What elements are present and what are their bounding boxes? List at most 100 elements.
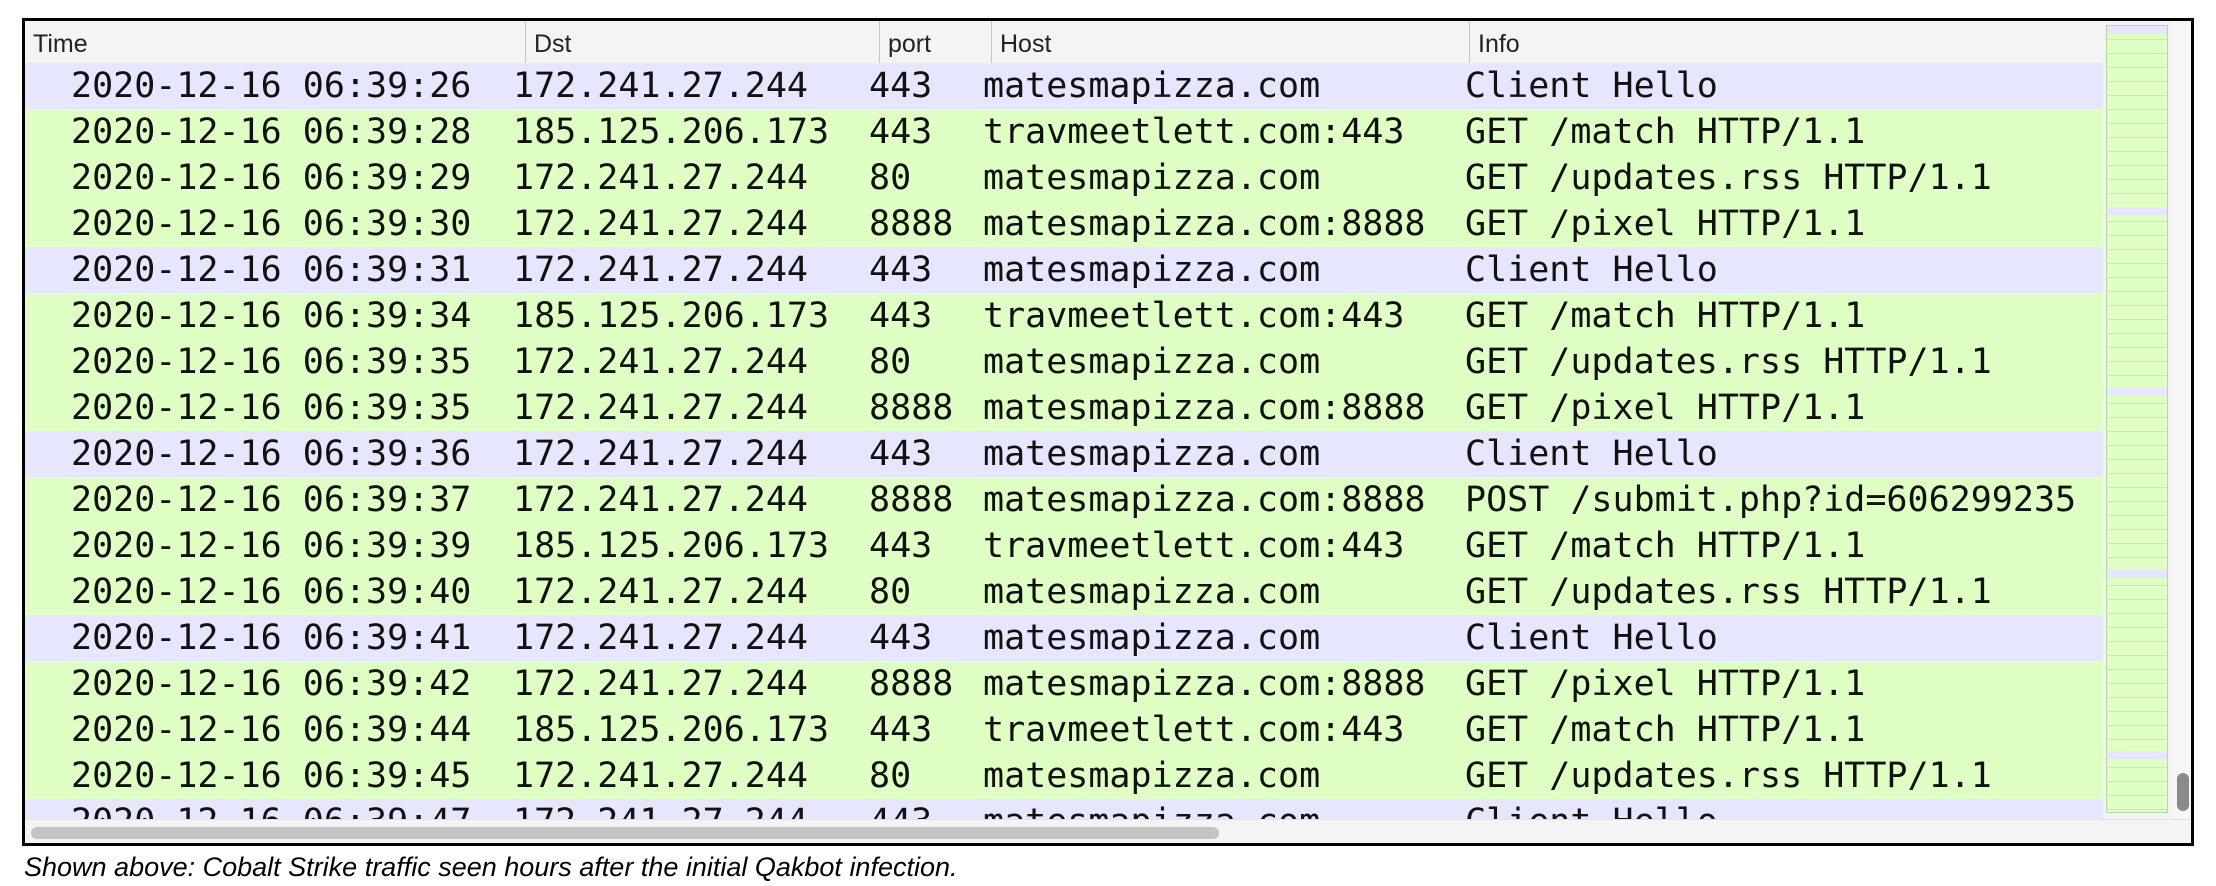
table-row[interactable]: 2020-12-16 06:39:34 185.125.206.173 443 tra… bbox=[25, 293, 2103, 339]
packet-list[interactable]: Time Dst port Host Info 2020-12-16 06:39… bbox=[25, 21, 2103, 819]
cell-info: GET /updates.rss HTTP/1.1 bbox=[1465, 756, 1992, 796]
cell-host: travmeetlett.com:443 bbox=[983, 526, 1405, 566]
cell-dst: 172.241.27.244 bbox=[513, 250, 809, 290]
cell-info: GET /pixel HTTP/1.1 bbox=[1465, 388, 1866, 428]
cell-host: travmeetlett.com:443 bbox=[983, 710, 1405, 750]
table-row[interactable]: 2020-12-16 06:39:41 172.241.27.244 443 mate… bbox=[25, 615, 2103, 661]
cell-port: 443 bbox=[869, 250, 933, 290]
packet-minimap[interactable] bbox=[2106, 25, 2168, 813]
cell-port: 8888 bbox=[869, 204, 954, 244]
cell-time: 2020-12-16 06:39:42 bbox=[71, 664, 472, 704]
cell-host: matesmapizza.com bbox=[983, 618, 1321, 658]
cell-port: 8888 bbox=[869, 388, 954, 428]
packet-rows: 2020-12-16 06:39:26 172.241.27.244 443 mate… bbox=[25, 63, 2103, 819]
cell-time: 2020-12-16 06:39:35 bbox=[71, 342, 472, 382]
horizontal-scrollbar-thumb[interactable] bbox=[31, 827, 1219, 839]
table-row[interactable]: 2020-12-16 06:39:37 172.241.27.244 8888 mat… bbox=[25, 477, 2103, 523]
cell-dst: 172.241.27.244 bbox=[513, 158, 809, 198]
cell-info: GET /updates.rss HTTP/1.1 bbox=[1465, 342, 1992, 382]
cell-dst: 172.241.27.244 bbox=[513, 342, 809, 382]
cell-port: 443 bbox=[869, 526, 933, 566]
cell-host: matesmapizza.com:8888 bbox=[983, 480, 1426, 520]
cell-port: 8888 bbox=[869, 664, 954, 704]
cell-info: Client Hello bbox=[1465, 434, 1718, 474]
cell-host: matesmapizza.com bbox=[983, 756, 1321, 796]
cell-time: 2020-12-16 06:39:47 bbox=[71, 799, 471, 819]
cell-time: 2020-12-16 06:39:40 bbox=[71, 572, 472, 612]
cell-dst: 172.241.27.244 bbox=[513, 664, 809, 704]
cell-host: matesmapizza.com bbox=[983, 434, 1321, 474]
packet-list-window: Time Dst port Host Info 2020-12-16 06:39… bbox=[22, 18, 2194, 846]
cell-time: 2020-12-16 06:39:34 bbox=[71, 296, 472, 336]
minimap-mark bbox=[2107, 207, 2167, 215]
column-header-port[interactable]: port bbox=[879, 21, 991, 63]
cell-time: 2020-12-16 06:39:29 bbox=[71, 158, 472, 198]
table-row[interactable]: 2020-12-16 06:39:31 172.241.27.244 443 mate… bbox=[25, 247, 2103, 293]
cell-time: 2020-12-16 06:39:31 bbox=[71, 250, 472, 290]
cell-host: matesmapizza.com bbox=[983, 342, 1321, 382]
cell-host: matesmapizza.com:8888 bbox=[983, 664, 1426, 704]
cell-port: 80 bbox=[869, 158, 912, 198]
vertical-scrollbar[interactable] bbox=[2173, 21, 2191, 819]
cell-dst: 172.241.27.244 bbox=[513, 434, 809, 474]
cell-host: matesmapizza.com bbox=[983, 66, 1321, 106]
cell-time: 2020-12-16 06:39:45 bbox=[71, 756, 472, 796]
cell-port: 80 bbox=[869, 756, 912, 796]
table-row[interactable]: 2020-12-16 06:39:44 185.125.206.173 443 tra… bbox=[25, 707, 2103, 753]
cell-port: 443 bbox=[869, 618, 933, 658]
table-row[interactable]: 2020-12-16 06:39:28 185.125.206.173 443 tra… bbox=[25, 109, 2103, 155]
column-header-dst[interactable]: Dst bbox=[525, 21, 879, 63]
cell-dst: 185.125.206.173 bbox=[513, 710, 830, 750]
minimap-mark bbox=[2107, 570, 2167, 578]
cell-host: matesmapizza.com bbox=[983, 158, 1321, 198]
cell-time: 2020-12-16 06:39:41 bbox=[71, 618, 472, 658]
cell-info: GET /match HTTP/1.1 bbox=[1465, 296, 1866, 336]
table-row[interactable]: 2020-12-16 06:39:40 172.241.27.244 80 mates… bbox=[25, 569, 2103, 615]
table-row[interactable]: 2020-12-16 06:39:35 172.241.27.244 80 mates… bbox=[25, 339, 2103, 385]
table-row[interactable]: 2020-12-16 06:39:36 172.241.27.244 443 mate… bbox=[25, 431, 2103, 477]
table-row[interactable]: 2020-12-16 06:39:35 172.241.27.244 8888 mat… bbox=[25, 385, 2103, 431]
cell-dst: 172.241.27.244 bbox=[513, 66, 809, 106]
cell-dst: 172.241.27.244 bbox=[513, 799, 808, 819]
cell-dst: 172.241.27.244 bbox=[513, 618, 809, 658]
vertical-scrollbar-thumb[interactable] bbox=[2177, 773, 2189, 811]
cell-info: Client Hello bbox=[1465, 799, 1718, 819]
cell-host: travmeetlett.com:443 bbox=[983, 112, 1405, 152]
figure-caption: Shown above: Cobalt Strike traffic seen … bbox=[24, 852, 958, 882]
cell-dst: 185.125.206.173 bbox=[513, 112, 830, 152]
cell-time: 2020-12-16 06:39:44 bbox=[71, 710, 472, 750]
table-row[interactable]: 2020-12-16 06:39:47 172.241.27.244 443 mate… bbox=[25, 799, 2103, 819]
minimap-mark bbox=[2107, 26, 2167, 34]
cell-host: matesmapizza.com:8888 bbox=[983, 204, 1426, 244]
cell-info: GET /match HTTP/1.1 bbox=[1465, 710, 1866, 750]
table-row[interactable]: 2020-12-16 06:39:39 185.125.206.173 443 tra… bbox=[25, 523, 2103, 569]
cell-dst: 172.241.27.244 bbox=[513, 388, 809, 428]
table-row[interactable]: 2020-12-16 06:39:26 172.241.27.244 443 mate… bbox=[25, 63, 2103, 109]
cell-dst: 172.241.27.244 bbox=[513, 756, 809, 796]
cell-time: 2020-12-16 06:39:30 bbox=[71, 204, 472, 244]
table-row[interactable]: 2020-12-16 06:39:45 172.241.27.244 80 mates… bbox=[25, 753, 2103, 799]
cell-port: 443 bbox=[869, 799, 932, 819]
cell-info: GET /updates.rss HTTP/1.1 bbox=[1465, 572, 1992, 612]
cell-info: Client Hello bbox=[1465, 618, 1718, 658]
cell-info: GET /match HTTP/1.1 bbox=[1465, 526, 1866, 566]
cell-dst: 172.241.27.244 bbox=[513, 480, 809, 520]
cell-dst: 185.125.206.173 bbox=[513, 296, 830, 336]
column-header-time[interactable]: Time bbox=[25, 21, 525, 63]
cell-port: 80 bbox=[869, 572, 912, 612]
table-row[interactable]: 2020-12-16 06:39:29 172.241.27.244 80 mates… bbox=[25, 155, 2103, 201]
cell-info: GET /pixel HTTP/1.1 bbox=[1465, 664, 1866, 704]
cell-info: GET /updates.rss HTTP/1.1 bbox=[1465, 158, 1992, 198]
column-header-host[interactable]: Host bbox=[991, 21, 1469, 63]
table-row[interactable]: 2020-12-16 06:39:30 172.241.27.244 8888 mat… bbox=[25, 201, 2103, 247]
cell-port: 443 bbox=[869, 112, 933, 152]
cell-time: 2020-12-16 06:39:36 bbox=[71, 434, 472, 474]
table-row[interactable]: 2020-12-16 06:39:42 172.241.27.244 8888 mat… bbox=[25, 661, 2103, 707]
cell-port: 443 bbox=[869, 296, 933, 336]
minimap-mark bbox=[2107, 388, 2167, 396]
cell-time: 2020-12-16 06:39:28 bbox=[71, 112, 472, 152]
column-header-row: Time Dst port Host Info bbox=[25, 21, 2103, 64]
column-header-info[interactable]: Info bbox=[1469, 21, 2103, 63]
cell-host: matesmapizza.com:8888 bbox=[983, 388, 1426, 428]
cell-host: matesmapizza.com bbox=[983, 572, 1321, 612]
